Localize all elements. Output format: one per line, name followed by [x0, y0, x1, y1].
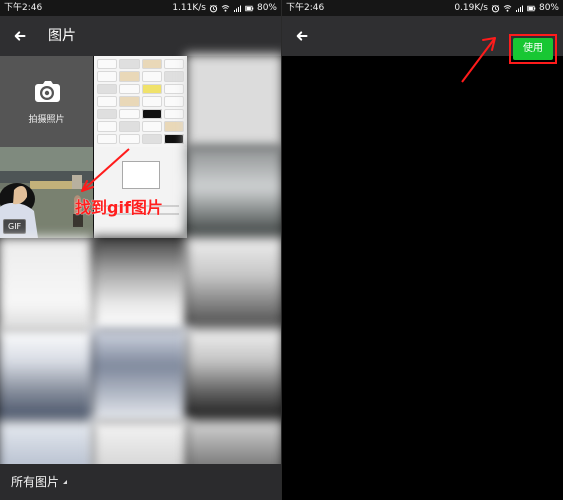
sticker-thumbnail[interactable]	[94, 56, 187, 147]
camera-tile[interactable]: 拍摄照片	[0, 56, 93, 147]
blurred-thumbnail-7[interactable]	[91, 327, 190, 424]
right-status-speed: 0.19K/s	[454, 3, 488, 13]
battery-icon	[527, 4, 536, 13]
left-screen: 下午2:46 1.11K/s 80% 图片 拍摄照片 GIF 找到gif图片 所…	[0, 0, 281, 500]
wifi-icon	[503, 4, 512, 13]
back-button[interactable]	[8, 24, 32, 48]
right-status-battery: 80%	[538, 3, 559, 13]
use-button[interactable]: 使用	[513, 38, 553, 60]
triangle-down-icon	[63, 480, 68, 484]
alarm-icon	[209, 4, 218, 13]
back-arrow-icon	[296, 31, 308, 41]
blurred-thumbnail-6[interactable]	[0, 327, 96, 424]
use-button-frame: 使用	[509, 34, 557, 64]
gif-badge: GIF	[3, 219, 27, 234]
alarm-icon	[491, 4, 500, 13]
sticker-collage	[94, 56, 187, 147]
blurred-thumbnail-5[interactable]	[185, 236, 281, 333]
camera-icon	[35, 81, 60, 102]
left-annotation-arrow	[81, 148, 130, 192]
right-annotation-arrow	[461, 37, 496, 83]
blurred-thumbnail-1[interactable]	[185, 53, 281, 150]
blurred-thumbnail-8[interactable]	[185, 327, 281, 424]
signal-icon	[233, 4, 242, 13]
right-status-right: 0.19K/s 80%	[454, 0, 559, 16]
left-status-time: 下午2:46	[4, 3, 43, 13]
camera-label: 拍摄照片	[28, 115, 65, 125]
album-label: 所有图片	[11, 475, 60, 489]
left-status-bar: 下午2:46 1.11K/s 80%	[0, 0, 281, 16]
wifi-icon	[221, 4, 230, 13]
blurred-thumbnail-2[interactable]	[185, 144, 281, 241]
battery-icon	[245, 4, 254, 13]
blurred-thumbnail-3[interactable]	[0, 236, 96, 333]
left-status-right: 1.11K/s 80%	[172, 0, 277, 16]
bottom-bar: 所有图片	[0, 464, 281, 500]
back-arrow-icon	[14, 31, 26, 41]
album-selector[interactable]: 所有图片	[11, 474, 68, 490]
right-screen: 下午2:46 0.19K/s 80% 使用	[282, 0, 563, 500]
left-status-battery: 80%	[256, 3, 277, 13]
left-top-bar: 图片	[0, 16, 281, 56]
right-back-button[interactable]	[290, 24, 314, 48]
blurred-thumbnail-4[interactable]	[91, 236, 190, 333]
photo-grid: 拍摄照片 GIF	[0, 53, 281, 500]
right-top-bar: 使用	[282, 16, 563, 64]
page-title: 图片	[48, 28, 76, 44]
right-status-bar: 下午2:46 0.19K/s 80%	[282, 0, 563, 16]
annotation-text: 找到gif图片	[75, 198, 163, 217]
right-status-time: 下午2:46	[286, 3, 325, 13]
left-status-speed: 1.11K/s	[172, 3, 206, 13]
signal-icon	[515, 4, 524, 13]
